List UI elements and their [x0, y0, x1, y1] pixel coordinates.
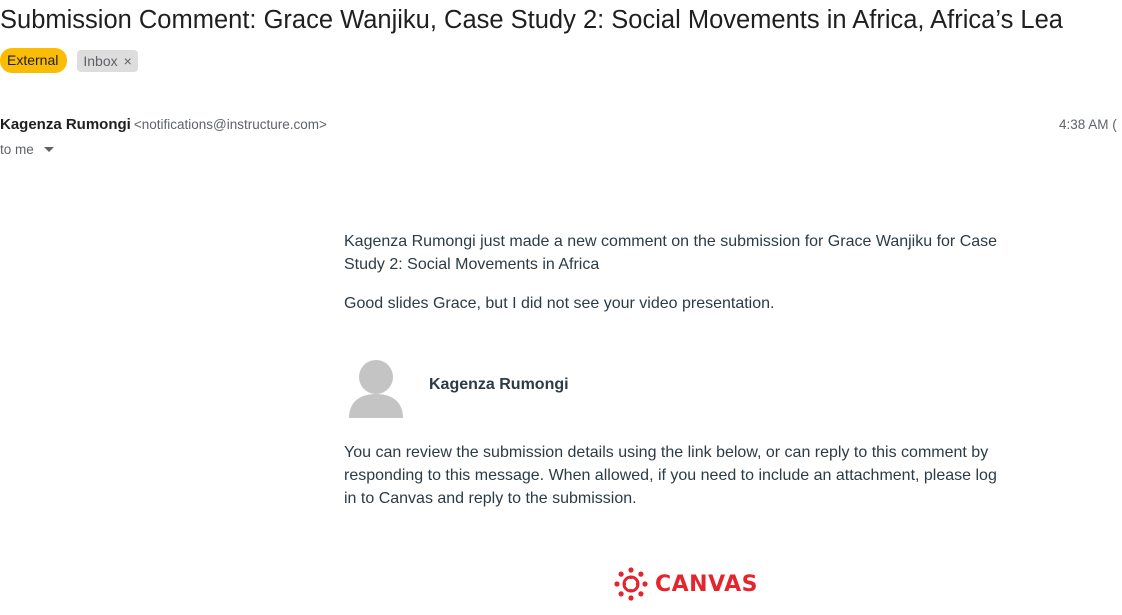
sender-email: <notifications@instructure.com> — [133, 117, 327, 132]
canvas-logo[interactable]: CANVAS — [614, 567, 758, 601]
canvas-wordmark: CANVAS — [655, 571, 758, 597]
inbox-label-text: Inbox — [83, 52, 118, 69]
commenter-name: Kagenza Rumongi — [429, 376, 569, 393]
comment-text: Good slides Grace, but I did not see you… — [344, 295, 775, 312]
recipients-text: to me — [0, 142, 34, 157]
sender-row: Kagenza Rumongi <notifications@instructur… — [0, 116, 327, 134]
email-view: Submission Comment: Grace Wanjiku, Case … — [0, 0, 1122, 615]
email-timestamp: 4:38 AM ( — [1059, 117, 1117, 132]
instructions-text: You can review the submission details us… — [344, 444, 997, 507]
label-chips: External Inbox × — [0, 48, 138, 73]
chevron-down-icon[interactable] — [43, 147, 54, 152]
comment-intro: Kagenza Rumongi just made a new comment … — [344, 233, 998, 273]
inbox-label[interactable]: Inbox × — [77, 49, 138, 72]
close-icon[interactable]: × — [124, 50, 132, 72]
email-subject: Submission Comment: Grace Wanjiku, Case … — [0, 6, 1063, 34]
recipients-row: to me — [0, 142, 54, 157]
canvas-logo-icon — [614, 567, 648, 601]
sender-name[interactable]: Kagenza Rumongi — [0, 116, 131, 133]
person-avatar-icon — [349, 360, 403, 418]
external-label: External — [0, 48, 68, 73]
